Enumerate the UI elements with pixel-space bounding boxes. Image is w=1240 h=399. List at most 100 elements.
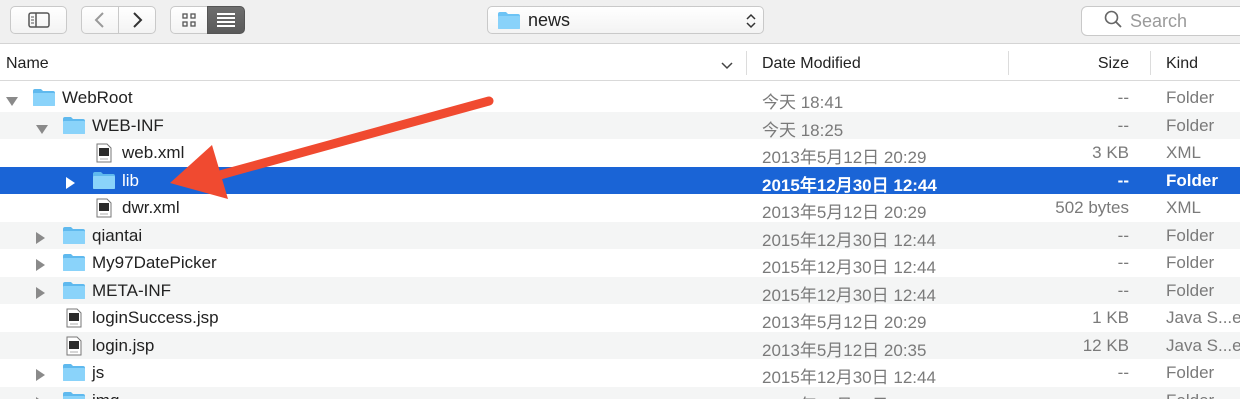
- grid-icon: [181, 12, 197, 28]
- document-icon: [96, 198, 112, 223]
- back-button[interactable]: [81, 6, 119, 34]
- file-kind: Folder: [1166, 115, 1215, 135]
- file-kind: XML: [1166, 143, 1201, 162]
- folder-icon: [62, 226, 86, 250]
- file-kind: Folder: [1166, 88, 1215, 107]
- file-size: --: [1117, 115, 1129, 135]
- file-size: 502 bytes: [1055, 198, 1129, 217]
- date-modified: 今天 18:25: [762, 120, 844, 140]
- folder-icon: [62, 281, 86, 305]
- file-size: --: [1118, 391, 1129, 399]
- search-placeholder: Search: [1130, 10, 1188, 31]
- file-row[interactable]: META-INF 2015年12月30日 12:44 -- Folder: [0, 276, 1240, 305]
- column-separator[interactable]: [1008, 51, 1009, 75]
- column-separator[interactable]: [746, 51, 747, 75]
- search-field[interactable]: Search: [1081, 6, 1240, 36]
- disclosure-triangle-icon[interactable]: [36, 120, 48, 140]
- file-row[interactable]: dwr.xml 2013年5月12日 20:29 502 bytes XML: [0, 194, 1240, 222]
- path-popup-label: news: [528, 9, 571, 30]
- file-kind: Folder: [1166, 363, 1215, 382]
- forward-button[interactable]: [118, 6, 156, 34]
- file-kind: Folder: [1166, 225, 1215, 245]
- file-row[interactable]: My97DatePicker 2015年12月30日 12:44 -- Fold…: [0, 249, 1240, 277]
- file-name: loginSuccess.jsp: [92, 308, 219, 327]
- list-view-button[interactable]: [207, 6, 245, 34]
- file-size: --: [1117, 88, 1129, 107]
- date-modified: 2013年5月12日 20:29: [762, 148, 927, 167]
- folder-icon: [62, 391, 86, 399]
- disclosure-triangle-icon[interactable]: [6, 92, 18, 112]
- folder-icon: [497, 11, 521, 30]
- date-modified: 2015年12月30日 12:44: [762, 391, 936, 399]
- icon-view-button[interactable]: [170, 6, 208, 34]
- file-kind: Folder: [1166, 280, 1215, 300]
- file-size: --: [1117, 253, 1129, 272]
- folder-icon: [62, 116, 86, 140]
- file-kind: Java S...e: [1166, 335, 1240, 355]
- file-size: --: [1117, 225, 1129, 245]
- folder-icon: [62, 363, 86, 387]
- sidebar-toggle-button[interactable]: [10, 6, 67, 34]
- toolbar: news Search: [0, 0, 1240, 44]
- date-modified: 2015年12月30日 12:44: [762, 368, 936, 387]
- document-icon: [66, 308, 82, 333]
- column-header-name[interactable]: Name: [6, 55, 49, 73]
- document-icon: [66, 336, 82, 361]
- file-row[interactable]: img 2015年12月30日 12:44 -- Folder: [0, 386, 1240, 399]
- file-kind: Folder: [1166, 391, 1214, 399]
- folder-icon: [32, 88, 56, 112]
- date-modified: 2015年12月30日 12:44: [762, 230, 936, 250]
- document-icon: [96, 143, 112, 168]
- disclosure-triangle-icon[interactable]: [36, 256, 46, 276]
- file-size: --: [1117, 280, 1129, 300]
- disclosure-triangle-icon[interactable]: [36, 394, 46, 399]
- file-name: META-INF: [92, 280, 172, 300]
- column-header-size[interactable]: Size: [1098, 55, 1129, 73]
- file-name: login.jsp: [92, 335, 155, 355]
- file-name: WebRoot: [62, 88, 133, 107]
- column-separator[interactable]: [1150, 51, 1151, 75]
- file-name: lib: [122, 170, 140, 190]
- file-size: 1 KB: [1092, 308, 1129, 327]
- file-row[interactable]: web.xml 2013年5月12日 20:29 3 KB XML: [0, 139, 1240, 167]
- file-row[interactable]: loginSuccess.jsp 2013年5月12日 20:29 1 KB J…: [0, 304, 1240, 332]
- date-modified: 2015年12月30日 12:44: [762, 258, 936, 277]
- file-row[interactable]: WEB-INF 今天 18:25 -- Folder: [0, 111, 1240, 140]
- date-modified: 2015年12月30日 12:44: [762, 175, 937, 195]
- file-name: dwr.xml: [122, 198, 180, 217]
- date-modified: 2013年5月12日 20:29: [762, 313, 927, 332]
- folder-icon: [92, 171, 116, 195]
- column-header-kind[interactable]: Kind: [1166, 55, 1198, 73]
- disclosure-triangle-icon[interactable]: [36, 284, 46, 304]
- file-list: WebRoot 今天 18:41 -- Folder WEB-INF 今天 18…: [0, 84, 1240, 399]
- path-popup-button[interactable]: news: [487, 6, 764, 34]
- date-modified: 2013年5月12日 20:35: [762, 340, 927, 360]
- disclosure-triangle-icon[interactable]: [36, 366, 46, 386]
- file-name: img: [92, 391, 119, 399]
- column-header: Name Date Modified Size Kind: [0, 45, 1240, 81]
- file-kind: Folder: [1166, 170, 1218, 190]
- disclosure-triangle-icon[interactable]: [36, 229, 46, 249]
- chevron-up-down-icon: [745, 12, 757, 30]
- file-name: js: [92, 363, 105, 382]
- file-size: 12 KB: [1082, 335, 1129, 355]
- file-kind: XML: [1166, 198, 1201, 217]
- file-row[interactable]: js 2015年12月30日 12:44 -- Folder: [0, 359, 1240, 387]
- file-row[interactable]: lib 2015年12月30日 12:44 -- Folder: [0, 166, 1240, 195]
- column-header-date[interactable]: Date Modified: [762, 55, 861, 73]
- file-row[interactable]: qiantai 2015年12月30日 12:44 -- Folder: [0, 221, 1240, 250]
- file-size: --: [1117, 363, 1129, 382]
- chevron-left-icon: [94, 11, 106, 29]
- file-row[interactable]: login.jsp 2013年5月12日 20:35 12 KB Java S.…: [0, 331, 1240, 361]
- date-modified: 2013年5月12日 20:29: [762, 203, 927, 222]
- disclosure-triangle-icon[interactable]: [66, 174, 76, 194]
- file-size: 3 KB: [1092, 143, 1129, 162]
- file-size: --: [1117, 170, 1129, 190]
- chevron-down-icon[interactable]: [721, 58, 733, 76]
- file-kind: Folder: [1166, 253, 1215, 272]
- date-modified: 今天 18:41: [762, 93, 844, 112]
- file-kind: Java S...e: [1166, 308, 1240, 327]
- date-modified: 2015年12月30日 12:44: [762, 285, 936, 305]
- list-icon: [216, 12, 236, 28]
- file-row[interactable]: WebRoot 今天 18:41 -- Folder: [0, 84, 1240, 112]
